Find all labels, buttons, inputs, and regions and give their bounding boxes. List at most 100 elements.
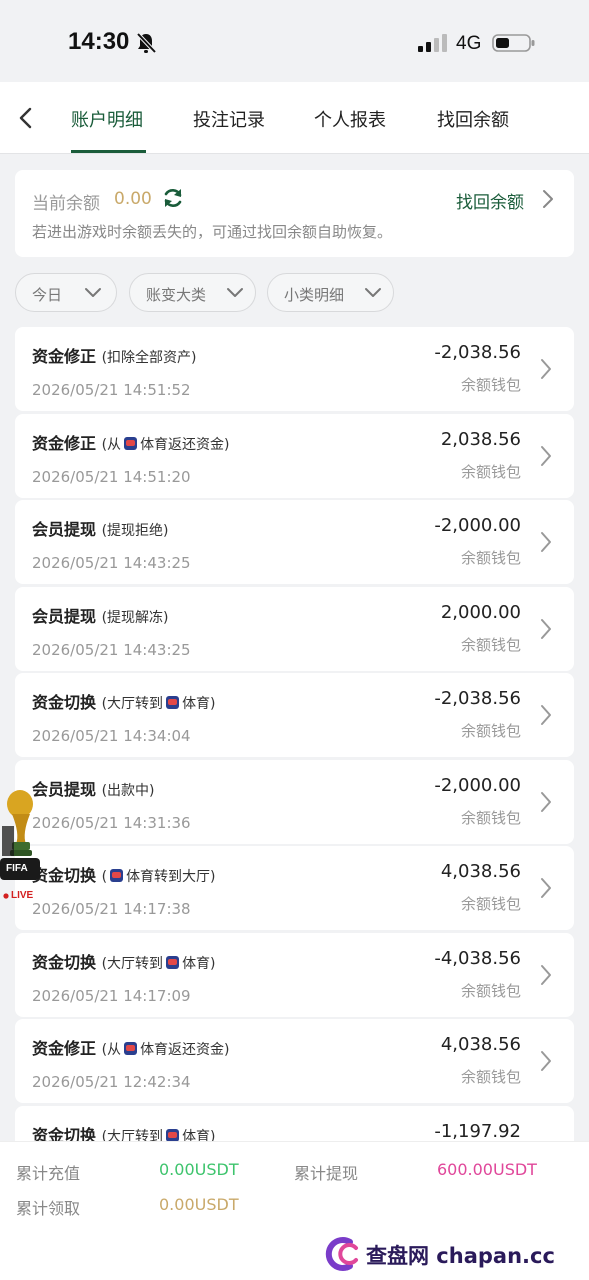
chevron-right-icon: [541, 705, 551, 725]
record-detail: (从 体育返还资金): [101, 437, 230, 453]
record-detail: (从 体育返还资金): [101, 1042, 230, 1058]
bell-off-icon: [136, 32, 156, 54]
recover-balance-link[interactable]: 找回余额: [456, 188, 524, 213]
chevron-down-icon: [85, 288, 101, 297]
total-claim-label: 累计领取: [16, 1199, 81, 1218]
back-arrow-icon[interactable]: [14, 104, 38, 132]
record-title: 会员提现: [32, 520, 97, 539]
world-cup-trophy-icon: [0, 790, 40, 899]
tab-personal-report[interactable]: 个人报表: [314, 106, 386, 132]
record-item[interactable]: 会员提现 (提现拒绝) 2026/05/21 14:43:25 -2,000.0…: [15, 500, 574, 584]
record-wallet: 余额钱包: [460, 636, 521, 654]
total-recharge-value: 0.00USDT: [159, 1160, 239, 1179]
record-amount: 4,038.56: [440, 861, 521, 882]
record-detail: (大厅转到 体育): [101, 696, 216, 712]
filter-date[interactable]: 今日: [15, 273, 117, 312]
record-detail: (体育转到大厅): [101, 869, 216, 885]
record-detail: (大厅转到 体育): [101, 956, 216, 972]
record-detail: (出款中): [101, 783, 155, 799]
filter-subcategory[interactable]: 小类明细: [267, 273, 394, 312]
record-amount: 2,038.56: [440, 429, 521, 450]
record-wallet: 余额钱包: [460, 722, 521, 740]
record-item[interactable]: 资金修正 (从 体育返还资金) 2026/05/21 12:42:34 4,038…: [15, 1019, 574, 1103]
record-amount: -4,038.56: [434, 948, 521, 969]
record-time: 2026/05/21 14:31:36: [32, 814, 191, 832]
filter-category[interactable]: 账变大类: [129, 273, 256, 312]
total-withdraw-value: 600.00USDT: [437, 1160, 537, 1179]
record-item[interactable]: 资金修正 (扣除全部资产) 2026/05/21 14:51:52 -2,038…: [15, 327, 574, 411]
network-label: 4G: [456, 33, 482, 54]
chevron-right-icon: [541, 965, 551, 985]
chevron-right-icon: [541, 359, 551, 379]
record-item[interactable]: 资金切换 (体育转到大厅) 2026/05/21 14:17:38 4,038.…: [15, 846, 574, 930]
record-amount: 2,000.00: [440, 602, 521, 623]
status-bar: 14:30 4G: [0, 0, 589, 82]
total-withdraw-label: 累计提现: [294, 1164, 359, 1183]
sports-venue-icon: [110, 869, 124, 882]
watermark-text: 查盘网 chapan.cc: [366, 1244, 555, 1268]
sports-venue-icon: [166, 696, 180, 709]
record-detail: (扣除全部资产): [101, 350, 197, 366]
active-tab-indicator: [71, 150, 146, 153]
record-title: 资金修正: [32, 347, 97, 366]
record-title: 资金切换: [32, 693, 97, 712]
watermark: 查盘网 chapan.cc: [320, 1234, 555, 1276]
battery-icon: [492, 34, 535, 52]
chevron-down-icon: [365, 288, 381, 297]
record-wallet: 余额钱包: [460, 463, 521, 481]
record-title: 资金修正: [32, 434, 97, 453]
sports-venue-icon: [124, 1042, 138, 1055]
filter-category-label: 账变大类: [146, 286, 207, 304]
record-amount: -1,197.92: [434, 1121, 521, 1142]
balance-hint: 若进出游戏时余额丢失的，可通过找回余额自助恢复。: [32, 223, 393, 241]
record-item[interactable]: 会员提现 (提现解冻) 2026/05/21 14:43:25 2,000.00…: [15, 587, 574, 671]
record-time: 2026/05/21 14:17:09: [32, 987, 191, 1005]
chevron-right-icon: [541, 532, 551, 552]
fifa-live-widget[interactable]: FIFA LIVE: [0, 786, 44, 902]
total-recharge-label: 累计充值: [16, 1164, 81, 1183]
record-title: 会员提现: [32, 607, 97, 626]
total-claim-value: 0.00USDT: [159, 1195, 239, 1214]
tab-bet-records[interactable]: 投注记录: [193, 106, 265, 132]
record-wallet: 余额钱包: [460, 895, 521, 913]
signal-icon: [418, 34, 447, 52]
record-item[interactable]: 资金修正 (从 体育返还资金) 2026/05/21 14:51:20 2,038…: [15, 414, 574, 498]
live-label: LIVE: [11, 890, 34, 901]
tab-recover-balance[interactable]: 找回余额: [437, 106, 509, 132]
record-amount: -2,000.00: [434, 515, 521, 536]
balance-label: 当前余额: [32, 194, 100, 214]
record-time: 2026/05/21 14:43:25: [32, 641, 191, 659]
record-wallet: 余额钱包: [460, 376, 521, 394]
record-time: 2026/05/21 14:43:25: [32, 554, 191, 572]
tab-header: 账户明细 投注记录 个人报表 找回余额: [0, 82, 589, 154]
record-time: 2026/05/21 12:42:34: [32, 1073, 191, 1091]
chevron-right-icon: [541, 792, 551, 812]
sports-venue-icon: [166, 956, 180, 969]
record-time: 2026/05/21 14:51:52: [32, 381, 191, 399]
balance-card: 当前余额 0.00 找回余额 若进出游戏时余额丢失的，可通过找回余额自助恢复。: [15, 170, 574, 257]
record-amount: 4,038.56: [440, 1034, 521, 1055]
record-amount: -2,038.56: [434, 342, 521, 363]
record-item[interactable]: 资金切换 (大厅转到 体育) 2026/05/21 14:34:04 -2,038…: [15, 673, 574, 757]
record-detail: (提现解冻): [101, 610, 169, 626]
balance-value: 0.00: [114, 189, 152, 209]
record-title: 资金切换: [32, 953, 97, 972]
filter-date-label: 今日: [32, 286, 63, 304]
tab-account-details[interactable]: 账户明细: [71, 106, 143, 132]
record-time: 2026/05/21 14:34:04: [32, 727, 191, 745]
chevron-down-icon: [227, 288, 243, 297]
record-item[interactable]: 会员提现 (出款中) 2026/05/21 14:31:36 -2,000.00…: [15, 760, 574, 844]
chevron-right-icon[interactable]: [541, 188, 555, 210]
record-title: 资金修正: [32, 1039, 97, 1058]
status-time: 14:30: [68, 28, 130, 55]
record-wallet: 余额钱包: [460, 809, 521, 827]
chevron-right-icon: [541, 619, 551, 639]
record-item[interactable]: 资金切换 (大厅转到 体育) 2026/05/21 14:17:09 -4,038…: [15, 933, 574, 1017]
record-wallet: 余额钱包: [460, 1068, 521, 1086]
record-detail: (提现拒绝): [101, 523, 169, 539]
chevron-right-icon: [541, 1051, 551, 1071]
refresh-icon[interactable]: [162, 187, 184, 209]
record-time: 2026/05/21 14:51:20: [32, 468, 191, 486]
watermark-logo-icon: [325, 1237, 358, 1271]
record-time: 2026/05/21 14:17:38: [32, 900, 191, 918]
